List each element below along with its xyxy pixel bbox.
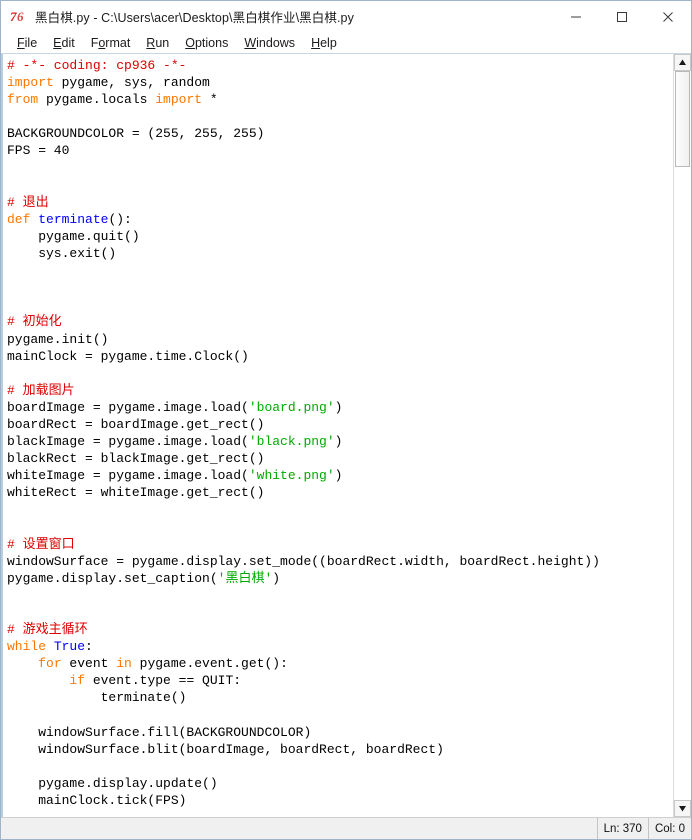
code-line: pygame.quit() [7, 228, 140, 244]
menu-item-edit[interactable]: Edit [45, 36, 83, 50]
code-line: blackImage = pygame.image.load('black.pn… [7, 434, 343, 450]
code-line: whiteRect = whiteImage.get_rect() [7, 485, 265, 501]
window-title: 黑白棋.py - C:\Users\acer\Desktop\黑白棋作业\黑白棋… [35, 11, 354, 25]
scrollbar-thumb[interactable] [675, 71, 690, 167]
code-line: terminate() [7, 690, 187, 706]
code-line: pygame.display.set_caption('黑白棋') [7, 570, 281, 586]
code-line: windowSurface = pygame.display.set_mode(… [7, 553, 600, 569]
code-line: boardRect = boardImage.get_rect() [7, 416, 265, 432]
code-line: # 设置窗口 [7, 536, 75, 552]
triangle-down-icon [679, 806, 686, 812]
scrollbar-track[interactable] [674, 71, 691, 800]
code-line: # 初始化 [7, 314, 62, 330]
code-line: for event in pygame.event.get(): [38, 656, 288, 672]
triangle-up-icon [679, 59, 686, 65]
idle-editor-window: 7 6 黑白棋.py - C:\Users\acer\Desktop\黑白棋作业… [0, 0, 692, 840]
vertical-scrollbar[interactable] [673, 54, 691, 817]
menu-item-format[interactable]: Format [83, 36, 139, 50]
menu-item-options[interactable]: Options [177, 36, 236, 50]
menu-item-windows[interactable]: Windows [236, 36, 303, 50]
title-bar[interactable]: 7 6 黑白棋.py - C:\Users\acer\Desktop\黑白棋作业… [1, 1, 691, 32]
code-line: # 游戏主循环 [7, 622, 88, 638]
code-line: # -*- coding: cp936 -*- [7, 58, 187, 73]
code-line: sys.exit() [7, 246, 117, 262]
code-line: while True: [7, 639, 93, 655]
maximize-button[interactable] [599, 1, 645, 32]
code-line: pygame.init() [7, 331, 109, 347]
scroll-up-button[interactable] [674, 54, 691, 71]
status-line-number: Ln: 370 [596, 818, 648, 839]
svg-text:7: 7 [10, 9, 17, 24]
code-line: blackRect = blackImage.get_rect() [7, 451, 265, 467]
svg-text:6: 6 [17, 9, 24, 24]
menu-item-run[interactable]: Run [138, 36, 177, 50]
code-line: mainClock = pygame.time.Clock() [7, 348, 249, 364]
code-line: # 加载图片 [7, 382, 75, 398]
window-controls [553, 1, 691, 32]
status-bar: Ln: 370 Col: 0 [1, 817, 691, 839]
code-line: # 退出 [7, 194, 49, 210]
code-line: if event.type == QUIT: [69, 673, 242, 689]
status-spacer [1, 818, 597, 839]
code-line: mainClock.tick(FPS) [7, 793, 187, 809]
menu-item-file[interactable]: File [9, 36, 45, 50]
maximize-icon [617, 11, 627, 22]
idle-python-icon: 7 6 [10, 8, 28, 26]
code-line: windowSurface.blit(boardImage, boardRect… [7, 741, 444, 757]
close-icon [663, 11, 673, 22]
code-line: pygame.display.update() [7, 775, 218, 791]
status-column-number: Col: 0 [647, 818, 691, 839]
minimize-button[interactable] [553, 1, 599, 32]
code-line: from pygame.locals import * [7, 92, 218, 108]
code-line: import pygame, sys, random [7, 75, 210, 91]
code-text-area[interactable]: # -*- coding: cp936 -*- import pygame, sy… [1, 54, 673, 817]
editor-area: # -*- coding: cp936 -*- import pygame, sy… [1, 54, 691, 817]
scroll-down-button[interactable] [674, 800, 691, 817]
menu-bar: File Edit Format Run Options Windows Help [1, 32, 691, 54]
minimize-icon [571, 16, 581, 17]
code-line: whiteImage = pygame.image.load('white.pn… [7, 468, 343, 484]
close-button[interactable] [645, 1, 691, 32]
code-line: boardImage = pygame.image.load('board.pn… [7, 399, 343, 415]
code-line: BACKGROUNDCOLOR = (255, 255, 255) [7, 126, 265, 142]
code-line: FPS = 40 [7, 143, 70, 159]
code-line: def terminate(): [7, 211, 132, 227]
menu-item-help[interactable]: Help [303, 36, 345, 50]
code-line: windowSurface.fill(BACKGROUNDCOLOR) [7, 724, 312, 740]
